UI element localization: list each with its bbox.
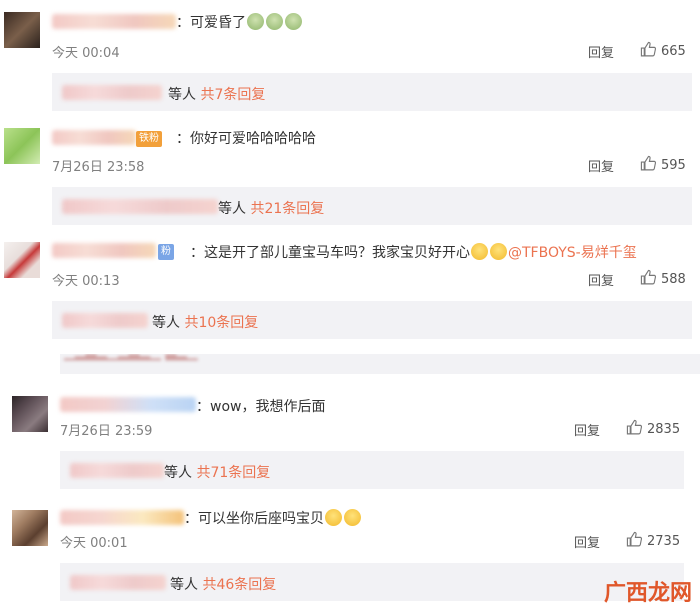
comment-body: ：可爱昏了 [176, 15, 246, 31]
fan-badge: 铁粉 [136, 131, 162, 147]
reply-summary-text: 等人 共7条回复 [168, 87, 266, 103]
like-count: 2835 [647, 422, 681, 437]
timestamp: 今天 00:13 [52, 274, 120, 289]
reply-usernames [70, 575, 166, 590]
like-count: 595 [661, 158, 686, 173]
reply-count-link[interactable]: 共10条回复 [184, 315, 258, 331]
thumbs-up-icon [640, 155, 657, 171]
like-count: 665 [661, 44, 686, 59]
like-button[interactable]: 595 [640, 155, 686, 173]
like-count: 588 [661, 272, 686, 287]
site-watermark: 广西龙网 [603, 581, 692, 606]
comment-text: ：可以坐你后座吗宝贝 [184, 508, 362, 528]
reply-usernames [62, 85, 162, 100]
like-button[interactable]: 588 [640, 269, 686, 287]
emoji-icon [285, 13, 302, 30]
cropped-reply-summary: ▁▂▃▂▁▂▃▂▁ ▃▂▁ [60, 354, 700, 374]
thumbs-up-icon [626, 419, 643, 435]
username[interactable] [52, 130, 136, 145]
like-count: 2735 [647, 534, 681, 549]
emoji-icon [490, 243, 507, 260]
comment-body: ：可以坐你后座吗宝贝 [184, 511, 324, 527]
comment-text: ：你好可爱哈哈哈哈哈 [176, 131, 316, 147]
avatar[interactable] [4, 128, 40, 164]
emoji-icon [471, 243, 488, 260]
like-button[interactable]: 665 [640, 41, 686, 59]
reply-usernames [62, 199, 218, 214]
thumbs-up-icon [626, 531, 643, 547]
fan-badge: 粉 [158, 244, 174, 260]
like-button[interactable]: 2835 [626, 419, 680, 437]
reply-summary[interactable]: 等人 共7条回复 [52, 73, 692, 111]
reply-count-link[interactable]: 共7条回复 [200, 87, 265, 103]
username[interactable] [60, 510, 184, 525]
reply-count-link[interactable]: 共71条回复 [196, 465, 270, 481]
reply-count-link[interactable]: 共46条回复 [202, 577, 276, 593]
reply-usernames [62, 313, 148, 328]
reply-button[interactable]: 回复 [588, 42, 614, 61]
username[interactable] [60, 397, 196, 412]
emoji-icon [266, 13, 283, 30]
reply-count-link[interactable]: 共21条回复 [250, 201, 324, 217]
comment-body: ：这是开了部儿童宝马车吗？我家宝贝好开心 [190, 245, 470, 261]
thumbs-up-icon [640, 41, 657, 57]
comment-text: ：可爱昏了 [176, 12, 303, 32]
reply-usernames [70, 463, 164, 478]
avatar[interactable] [4, 12, 40, 48]
reply-summary[interactable]: 等人 共10条回复 [52, 301, 692, 339]
avatar[interactable] [4, 242, 40, 278]
reply-summary-text: 等人 共46条回复 [170, 577, 277, 593]
username[interactable] [52, 243, 156, 258]
reply-summary[interactable]: 等人 共21条回复 [52, 187, 692, 225]
reply-button[interactable]: 回复 [588, 156, 614, 175]
avatar[interactable] [12, 396, 48, 432]
like-button[interactable]: 2735 [626, 531, 680, 549]
avatar[interactable] [12, 510, 48, 546]
comment-text: ：wow，我想作后面 [196, 399, 326, 415]
reply-button[interactable]: 回复 [588, 270, 614, 289]
username[interactable] [52, 14, 176, 29]
timestamp: 7月26日 23:59 [60, 424, 153, 439]
reply-summary-text: 等人 共71条回复 [164, 465, 271, 481]
comment-text: ：这是开了部儿童宝马车吗？我家宝贝好开心 @TFBOYS-易烊千玺 [190, 242, 637, 262]
timestamp: 7月26日 23:58 [52, 160, 145, 175]
mention-link[interactable]: @TFBOYS-易烊千玺 [508, 245, 637, 261]
reply-summary[interactable]: 等人 共46条回复 [60, 563, 684, 601]
timestamp: 今天 00:04 [52, 46, 120, 61]
reply-summary-text: 等人 共21条回复 [218, 201, 325, 217]
reply-button[interactable]: 回复 [574, 420, 600, 439]
reply-button[interactable]: 回复 [574, 532, 600, 551]
thumbs-up-icon [640, 269, 657, 285]
timestamp: 今天 00:01 [60, 536, 128, 551]
emoji-icon [247, 13, 264, 30]
reply-summary-text: 等人 共10条回复 [152, 315, 259, 331]
reply-summary[interactable]: 等人 共71条回复 [60, 451, 684, 489]
emoji-icon [325, 509, 342, 526]
emoji-icon [344, 509, 361, 526]
